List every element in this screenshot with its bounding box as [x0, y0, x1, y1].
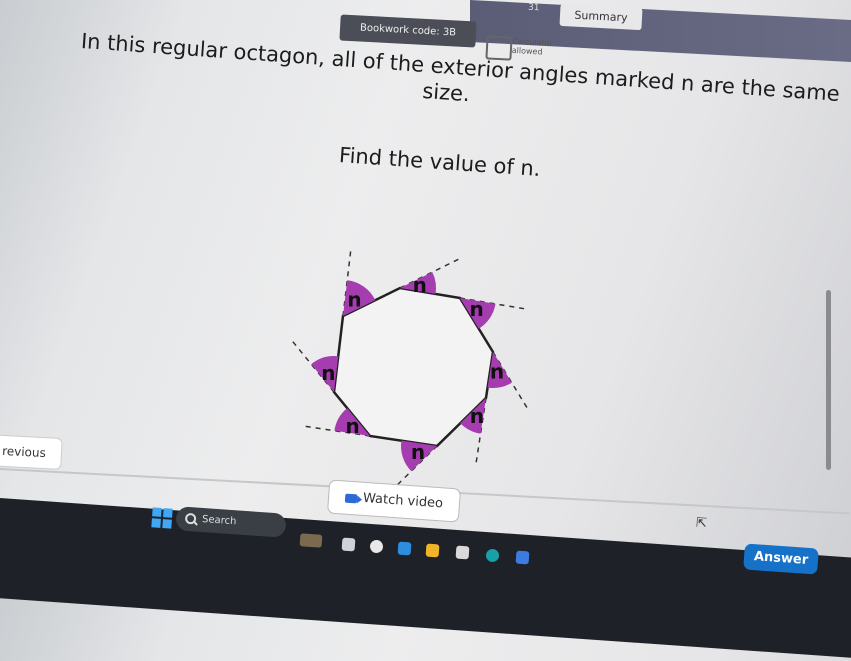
video-camera-icon — [344, 493, 358, 503]
angle-label-n: n — [470, 404, 484, 428]
angle-label-n: n — [490, 360, 504, 384]
mouse-cursor-icon: ⇱ — [695, 515, 708, 532]
angle-label-n: n — [469, 297, 483, 321]
windows-start-icon[interactable] — [151, 507, 173, 529]
angle-label-n: n — [413, 273, 427, 297]
scrollbar[interactable] — [826, 290, 831, 470]
search-label: Search — [201, 513, 237, 528]
app-icon[interactable] — [455, 545, 470, 560]
file-explorer-icon[interactable] — [425, 543, 440, 558]
watch-video-label: Watch video — [362, 490, 444, 512]
angle-label-n: n — [321, 361, 335, 385]
angle-label-n: n — [411, 440, 425, 464]
weather-widget-icon[interactable] — [299, 533, 323, 548]
search-icon — [184, 512, 197, 525]
previous-button[interactable]: revious — [0, 434, 63, 470]
answer-button[interactable]: Answer — [743, 543, 819, 575]
app-icon[interactable] — [515, 550, 530, 565]
task-view-icon[interactable] — [341, 537, 356, 552]
angle-label-n: n — [345, 414, 359, 438]
angle-label-n: n — [347, 288, 361, 312]
app-icon[interactable] — [397, 541, 412, 556]
